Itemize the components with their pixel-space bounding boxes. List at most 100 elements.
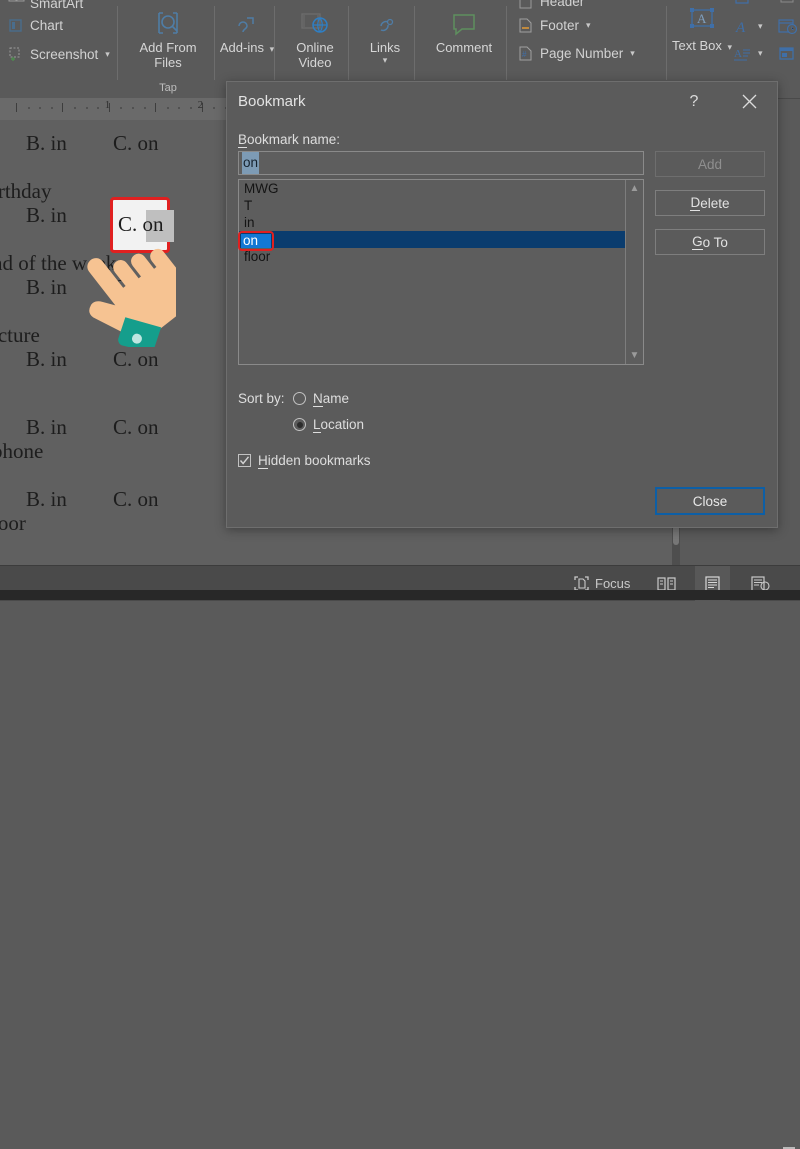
- hidden-bookmarks-checkbox-row[interactable]: Hidden bookmarks: [238, 453, 371, 469]
- date-time-icon: [778, 18, 798, 35]
- ribbon-item-signature-line[interactable]: A ▾: [734, 45, 763, 62]
- bookmark-listbox[interactable]: MWGTin onfloor ▲ ▼: [238, 179, 644, 365]
- bookmark-list-item[interactable]: floor: [239, 248, 643, 265]
- sort-radio-location[interactable]: Location: [293, 417, 364, 433]
- ribbon-item-online-video[interactable]: Online Video: [278, 4, 352, 70]
- document-question-text: irthday: [0, 179, 52, 203]
- document-answer-c: C. on: [113, 487, 159, 511]
- chevron-down-icon[interactable]: ▾: [586, 20, 591, 31]
- page-number-icon: #: [518, 45, 535, 62]
- chevron-down-icon[interactable]: ▾: [758, 48, 763, 59]
- ribbon-item-quick-parts[interactable]: [778, 0, 795, 8]
- chevron-down-icon[interactable]: ▾: [758, 21, 763, 32]
- ruler-minor-tick: [178, 107, 181, 109]
- add-button[interactable]: Add: [655, 151, 765, 177]
- document-answer-b: B. in: [26, 415, 67, 439]
- online-video-icon: [278, 4, 352, 38]
- ribbon-item-wordart-top[interactable]: [734, 0, 751, 8]
- document-answer-c: C. on: [113, 415, 159, 439]
- ruler-number: 1: [104, 99, 111, 111]
- bookmark-list-item[interactable]: T: [239, 197, 643, 214]
- ruler-number: 2: [197, 99, 204, 111]
- help-icon[interactable]: ?: [677, 82, 711, 121]
- bookmark-name-input[interactable]: on: [238, 151, 644, 175]
- bookmark-dialog: Bookmark ? Bookmark name: on MWGTinonflo…: [226, 81, 778, 528]
- sort-by-label: Sort by:: [238, 391, 285, 406]
- ribbon-item-online-video-label: Online Video: [296, 40, 334, 70]
- ribbon-item-text-box-label: Text Box ▾: [671, 38, 732, 53]
- scroll-down-icon[interactable]: ▼: [626, 347, 643, 364]
- ribbon-item-smartart[interactable]: SmartArt: [8, 0, 83, 12]
- ruler-minor-tick: [50, 107, 53, 109]
- ribbon-item-object[interactable]: [778, 45, 795, 62]
- bookmark-list-items[interactable]: MWGTin onfloor: [239, 180, 643, 265]
- object-icon: [778, 45, 795, 62]
- ribbon-item-links[interactable]: Links ▾: [348, 4, 422, 66]
- links-icon: [348, 4, 422, 38]
- ruler-mid-tick: [155, 103, 157, 112]
- ribbon-item-add-from-files-label: Add From Files: [139, 40, 197, 70]
- addins-icon: [210, 4, 284, 38]
- chevron-down-icon[interactable]: ▾: [105, 49, 110, 60]
- document-question-text: phone: [0, 439, 44, 463]
- comment-icon: [427, 4, 501, 38]
- document-annotation-label: C. on: [118, 212, 164, 236]
- ribbon-item-chart-label: Chart: [30, 18, 64, 33]
- chart-icon: [8, 17, 25, 34]
- ribbon-group-tap: Add From Files Tap: [118, 0, 218, 98]
- ribbon-item-page-number[interactable]: # Page Number ▾: [518, 45, 635, 62]
- footer-icon: [518, 17, 535, 34]
- ruler-minor-tick: [74, 107, 76, 109]
- chevron-down-icon[interactable]: ▾: [348, 55, 422, 66]
- ribbon-item-screenshot-label: Screenshot: [30, 47, 99, 62]
- close-button[interactable]: Close: [655, 487, 765, 515]
- bookmark-list-item[interactable]: MWG: [239, 180, 643, 197]
- sort-radio-name[interactable]: Name: [293, 391, 350, 407]
- document-answer-b: B. in: [26, 131, 67, 155]
- delete-button[interactable]: Delete: [655, 190, 765, 216]
- bookmark-selected-highlight-label: on: [243, 233, 259, 248]
- ribbon-item-comment[interactable]: Comment: [427, 4, 501, 55]
- ribbon-item-add-from-files[interactable]: Add From Files: [131, 4, 205, 70]
- chevron-down-icon[interactable]: ▾: [630, 48, 635, 59]
- radio-name-indicator[interactable]: [293, 392, 306, 405]
- ribbon-item-header[interactable]: Header: [518, 0, 584, 10]
- document-question-text: icture: [0, 323, 40, 347]
- ribbon-item-text-box[interactable]: A Text Box ▾: [670, 2, 734, 55]
- ribbon-item-footer[interactable]: Footer ▾: [518, 17, 591, 34]
- signature-line-icon: A: [734, 45, 751, 62]
- hidden-bookmarks-checkbox[interactable]: [238, 454, 251, 467]
- ruler-minor-tick: [213, 107, 216, 109]
- ruler-minor-tick: [97, 107, 100, 109]
- bookmark-list-item[interactable]: in: [239, 214, 643, 231]
- ribbon-item-chart[interactable]: Chart: [8, 17, 63, 34]
- scroll-up-icon[interactable]: ▲: [626, 180, 643, 197]
- close-icon[interactable]: [729, 82, 769, 121]
- chevron-down-icon[interactable]: ▾: [727, 42, 732, 52]
- go-to-button[interactable]: Go To: [655, 229, 765, 255]
- screenshot-icon: [8, 46, 25, 63]
- add-from-files-icon: [131, 4, 205, 38]
- header-icon: [518, 0, 535, 10]
- ribbon-item-date-time[interactable]: [778, 18, 798, 35]
- hidden-bookmarks-label: Hidden bookmarks: [258, 453, 371, 469]
- sort-radio-name-label: Name: [313, 391, 350, 407]
- ruler-minor-tick: [166, 107, 169, 109]
- bookmark-list-scrollbar[interactable]: ▲ ▼: [625, 180, 643, 364]
- bookmark-list-item[interactable]: on: [239, 231, 643, 248]
- ruler-minor-tick: [27, 107, 30, 109]
- ribbon-item-page-number-label: Page Number: [540, 46, 624, 61]
- ruler-minor-tick: [39, 107, 42, 109]
- radio-location-indicator[interactable]: [293, 418, 306, 431]
- document-answer-c: C. on: [113, 347, 159, 371]
- taskbar-strip: [0, 590, 800, 600]
- ribbon-item-screenshot[interactable]: Screenshot ▾: [8, 46, 110, 63]
- ruler-minor-tick: [143, 107, 146, 109]
- ribbon-item-addins[interactable]: Add-ins ▾: [210, 4, 284, 57]
- ribbon-item-wordart[interactable]: A ▾: [734, 18, 763, 36]
- document-answer-b: B. in: [26, 275, 67, 299]
- ribbon-item-comment-label: Comment: [435, 40, 493, 55]
- dialog-titlebar[interactable]: Bookmark ?: [227, 82, 777, 121]
- ruler-minor-tick: [190, 107, 192, 109]
- ribbon-item-header-label: Header: [540, 0, 585, 9]
